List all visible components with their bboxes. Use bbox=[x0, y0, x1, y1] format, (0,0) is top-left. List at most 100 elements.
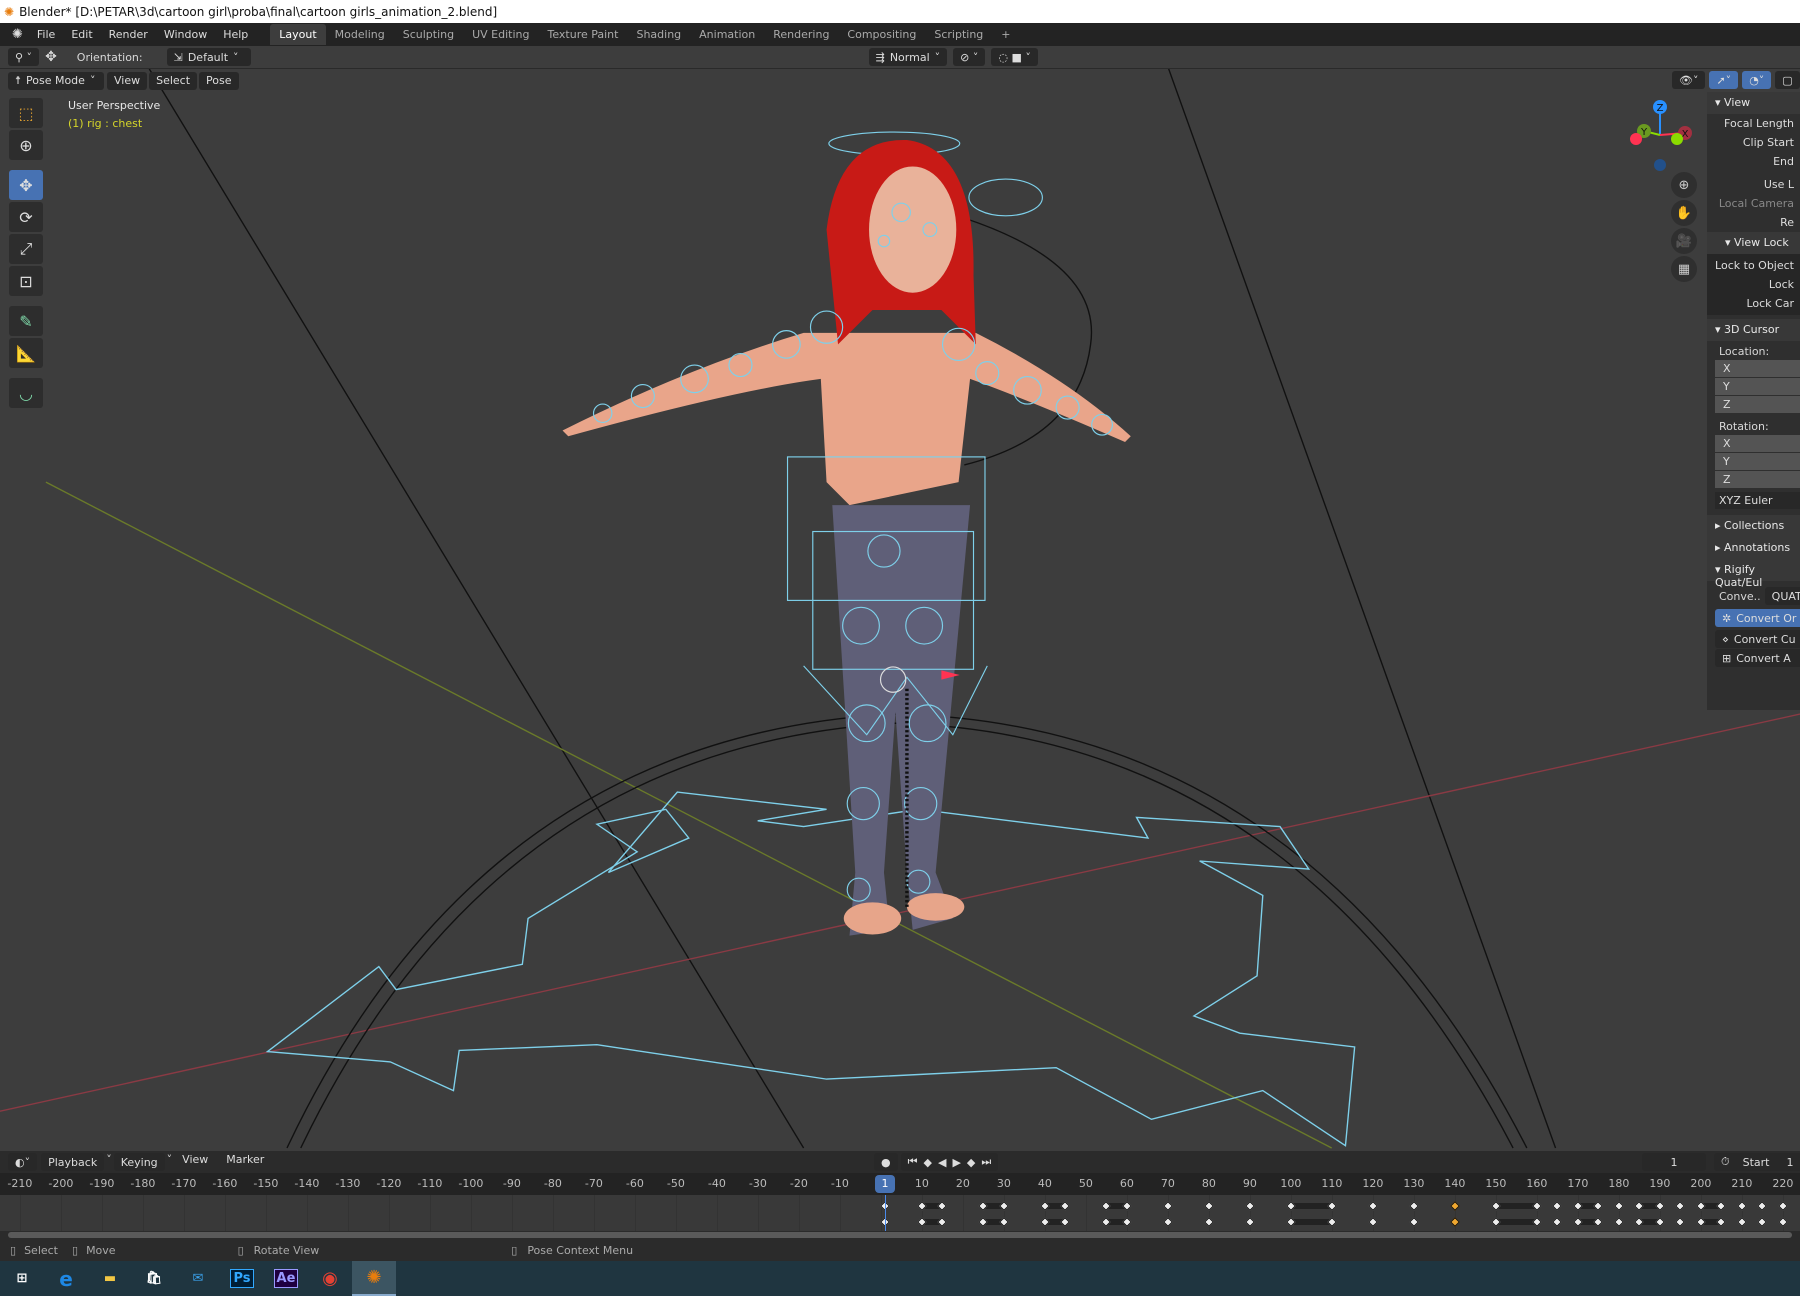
tab-sculpting[interactable]: Sculpting bbox=[394, 24, 463, 45]
cursor-rotation-y[interactable]: Y bbox=[1715, 453, 1800, 470]
measure-tool[interactable]: 📐 bbox=[9, 338, 43, 368]
scale-tool[interactable]: ⤢ bbox=[9, 234, 43, 264]
timeline-menu-view[interactable]: View bbox=[174, 1153, 216, 1171]
visibility-dropdown[interactable]: 👁˅ bbox=[1672, 71, 1706, 89]
keyframe[interactable] bbox=[1449, 1201, 1460, 1211]
blender-menu-icon[interactable]: ✺ bbox=[6, 27, 29, 42]
keyframe[interactable] bbox=[1244, 1217, 1255, 1227]
keyframe[interactable] bbox=[1367, 1217, 1378, 1227]
orientation-dropdown[interactable]: ⇲ Default ˅ bbox=[166, 48, 251, 66]
keyframe[interactable] bbox=[1060, 1201, 1071, 1211]
keyframe-area[interactable] bbox=[0, 1195, 1800, 1231]
tab-scripting[interactable]: Scripting bbox=[925, 24, 992, 45]
transform-tool[interactable]: ⊡ bbox=[9, 266, 43, 296]
timeline-menu-keying[interactable]: Keying bbox=[113, 1153, 165, 1171]
viewport-menu-pose[interactable]: Pose bbox=[199, 71, 239, 90]
keyframe[interactable] bbox=[1613, 1217, 1624, 1227]
cursor-location-x[interactable]: X bbox=[1715, 360, 1800, 377]
keyframe[interactable] bbox=[1244, 1201, 1255, 1211]
keyframe[interactable] bbox=[1777, 1217, 1788, 1227]
playhead-line[interactable] bbox=[885, 1195, 886, 1231]
keyframe[interactable] bbox=[937, 1201, 948, 1211]
keyframe[interactable] bbox=[1552, 1201, 1563, 1211]
keyframe[interactable] bbox=[1675, 1201, 1686, 1211]
viewport-menu-select[interactable]: Select bbox=[149, 71, 198, 90]
cursor-location-y[interactable]: Y bbox=[1715, 378, 1800, 395]
tab-animation[interactable]: Animation bbox=[690, 24, 764, 45]
snap-dropdown[interactable]: ⊘ ˅ bbox=[953, 48, 986, 66]
keyframe[interactable] bbox=[1060, 1217, 1071, 1227]
keyframe[interactable] bbox=[937, 1217, 948, 1227]
convert-all-button[interactable]: ⊞ Convert A bbox=[1715, 649, 1800, 667]
keyframe[interactable] bbox=[1203, 1217, 1214, 1227]
3d-cursor-header[interactable]: ▾ 3D Cursor bbox=[1707, 319, 1800, 341]
collections-header[interactable]: ▸ Collections bbox=[1707, 515, 1800, 537]
move-tool[interactable]: ✥ bbox=[9, 170, 43, 200]
viewport-menu-view[interactable]: View bbox=[107, 71, 148, 90]
keyframe[interactable] bbox=[1757, 1201, 1768, 1211]
keyframe[interactable] bbox=[1203, 1201, 1214, 1211]
camera-view-icon[interactable]: 🎥 bbox=[1671, 228, 1697, 254]
current-frame-field[interactable]: 1 bbox=[1642, 1153, 1706, 1171]
chrome-icon[interactable]: ◉ bbox=[308, 1261, 352, 1296]
tab-shading[interactable]: Shading bbox=[627, 24, 690, 45]
tab-modeling[interactable]: Modeling bbox=[326, 24, 394, 45]
play-reverse-icon[interactable]: ◀ bbox=[938, 1156, 946, 1169]
windows-start-icon[interactable]: ⊞ bbox=[0, 1261, 44, 1296]
gizmo-toggle[interactable]: ➚˅ bbox=[1709, 71, 1739, 89]
neg-x-ball[interactable] bbox=[1630, 133, 1642, 145]
mail-icon[interactable]: ✉ bbox=[176, 1261, 220, 1296]
menu-edit[interactable]: Edit bbox=[63, 28, 100, 41]
convert-orientation-button[interactable]: ✲ Convert Or bbox=[1715, 609, 1800, 627]
overlay-toggle[interactable]: ◔˅ bbox=[1742, 71, 1772, 89]
edge-icon[interactable]: e bbox=[44, 1261, 88, 1296]
menu-render[interactable]: Render bbox=[101, 28, 156, 41]
neg-z-ball[interactable] bbox=[1654, 159, 1666, 171]
menu-help[interactable]: Help bbox=[215, 28, 256, 41]
keyframe[interactable] bbox=[1613, 1201, 1624, 1211]
xray-toggle[interactable]: ▢ bbox=[1775, 71, 1800, 89]
keyframe[interactable] bbox=[1449, 1217, 1460, 1227]
rotation-mode-dropdown[interactable]: XYZ Euler bbox=[1715, 492, 1800, 509]
convert-current-button[interactable]: ⋄ Convert Cu bbox=[1715, 630, 1800, 648]
tab-+[interactable]: + bbox=[992, 24, 1019, 45]
after-effects-icon[interactable]: Ae bbox=[264, 1261, 308, 1296]
play-icon[interactable]: ▶ bbox=[952, 1156, 960, 1169]
menu-file[interactable]: File bbox=[29, 28, 63, 41]
keyframe[interactable] bbox=[1408, 1217, 1419, 1227]
navigation-gizmo[interactable]: Z Y X bbox=[1620, 95, 1700, 175]
cursor-tool[interactable]: ⊕ bbox=[9, 130, 43, 160]
keyframe[interactable] bbox=[1408, 1201, 1419, 1211]
cursor-rotation-x[interactable]: X bbox=[1715, 435, 1800, 452]
keyframe[interactable] bbox=[1162, 1201, 1173, 1211]
timeline-ruler[interactable]: -210 -200 -190 -180 -170 -160 -150 -140 -130 -120… bbox=[0, 1173, 1800, 1195]
rigify-header[interactable]: ▾ Rigify Quat/Eul bbox=[1707, 559, 1800, 589]
proportional-edit-toggle[interactable]: ◌ ■ ˅ bbox=[991, 48, 1038, 66]
editor-type-icon[interactable]: ◐˅ bbox=[8, 1153, 38, 1171]
keyframe[interactable] bbox=[1736, 1217, 1747, 1227]
keyframe[interactable] bbox=[1675, 1217, 1686, 1227]
next-keyframe-icon[interactable]: ◆ bbox=[967, 1156, 975, 1169]
view-lock-header[interactable]: ▾ View Lock bbox=[1707, 232, 1800, 254]
pose-tool-icon[interactable]: ⚲ ˅ bbox=[8, 48, 40, 66]
timeline-menu-marker[interactable]: Marker bbox=[218, 1153, 272, 1171]
tab-texture-paint[interactable]: Texture Paint bbox=[538, 24, 627, 45]
jump-end-icon[interactable]: ⏭ bbox=[981, 1155, 991, 1169]
timeline-menu-playback[interactable]: Playback bbox=[41, 1153, 105, 1171]
tab-compositing[interactable]: Compositing bbox=[838, 24, 925, 45]
pan-hand-icon[interactable]: ✋ bbox=[1671, 200, 1697, 226]
prev-keyframe-icon[interactable]: ◆ bbox=[924, 1156, 932, 1169]
zoom-icon[interactable]: ⊕ bbox=[1671, 172, 1697, 198]
jump-start-icon[interactable]: ⏮ bbox=[908, 1155, 918, 1169]
annotations-header[interactable]: ▸ Annotations bbox=[1707, 537, 1800, 559]
keyframe[interactable] bbox=[1716, 1217, 1727, 1227]
keyframe[interactable] bbox=[1552, 1217, 1563, 1227]
tab-uv-editing[interactable]: UV Editing bbox=[463, 24, 538, 45]
3d-viewport[interactable] bbox=[0, 69, 1800, 1149]
tab-rendering[interactable]: Rendering bbox=[764, 24, 838, 45]
keyframe[interactable] bbox=[1593, 1201, 1604, 1211]
file-explorer-icon[interactable]: ▬ bbox=[88, 1261, 132, 1296]
keyframe[interactable] bbox=[1162, 1217, 1173, 1227]
tab-layout[interactable]: Layout bbox=[270, 24, 326, 45]
move-icon[interactable]: ✥ bbox=[45, 49, 57, 65]
